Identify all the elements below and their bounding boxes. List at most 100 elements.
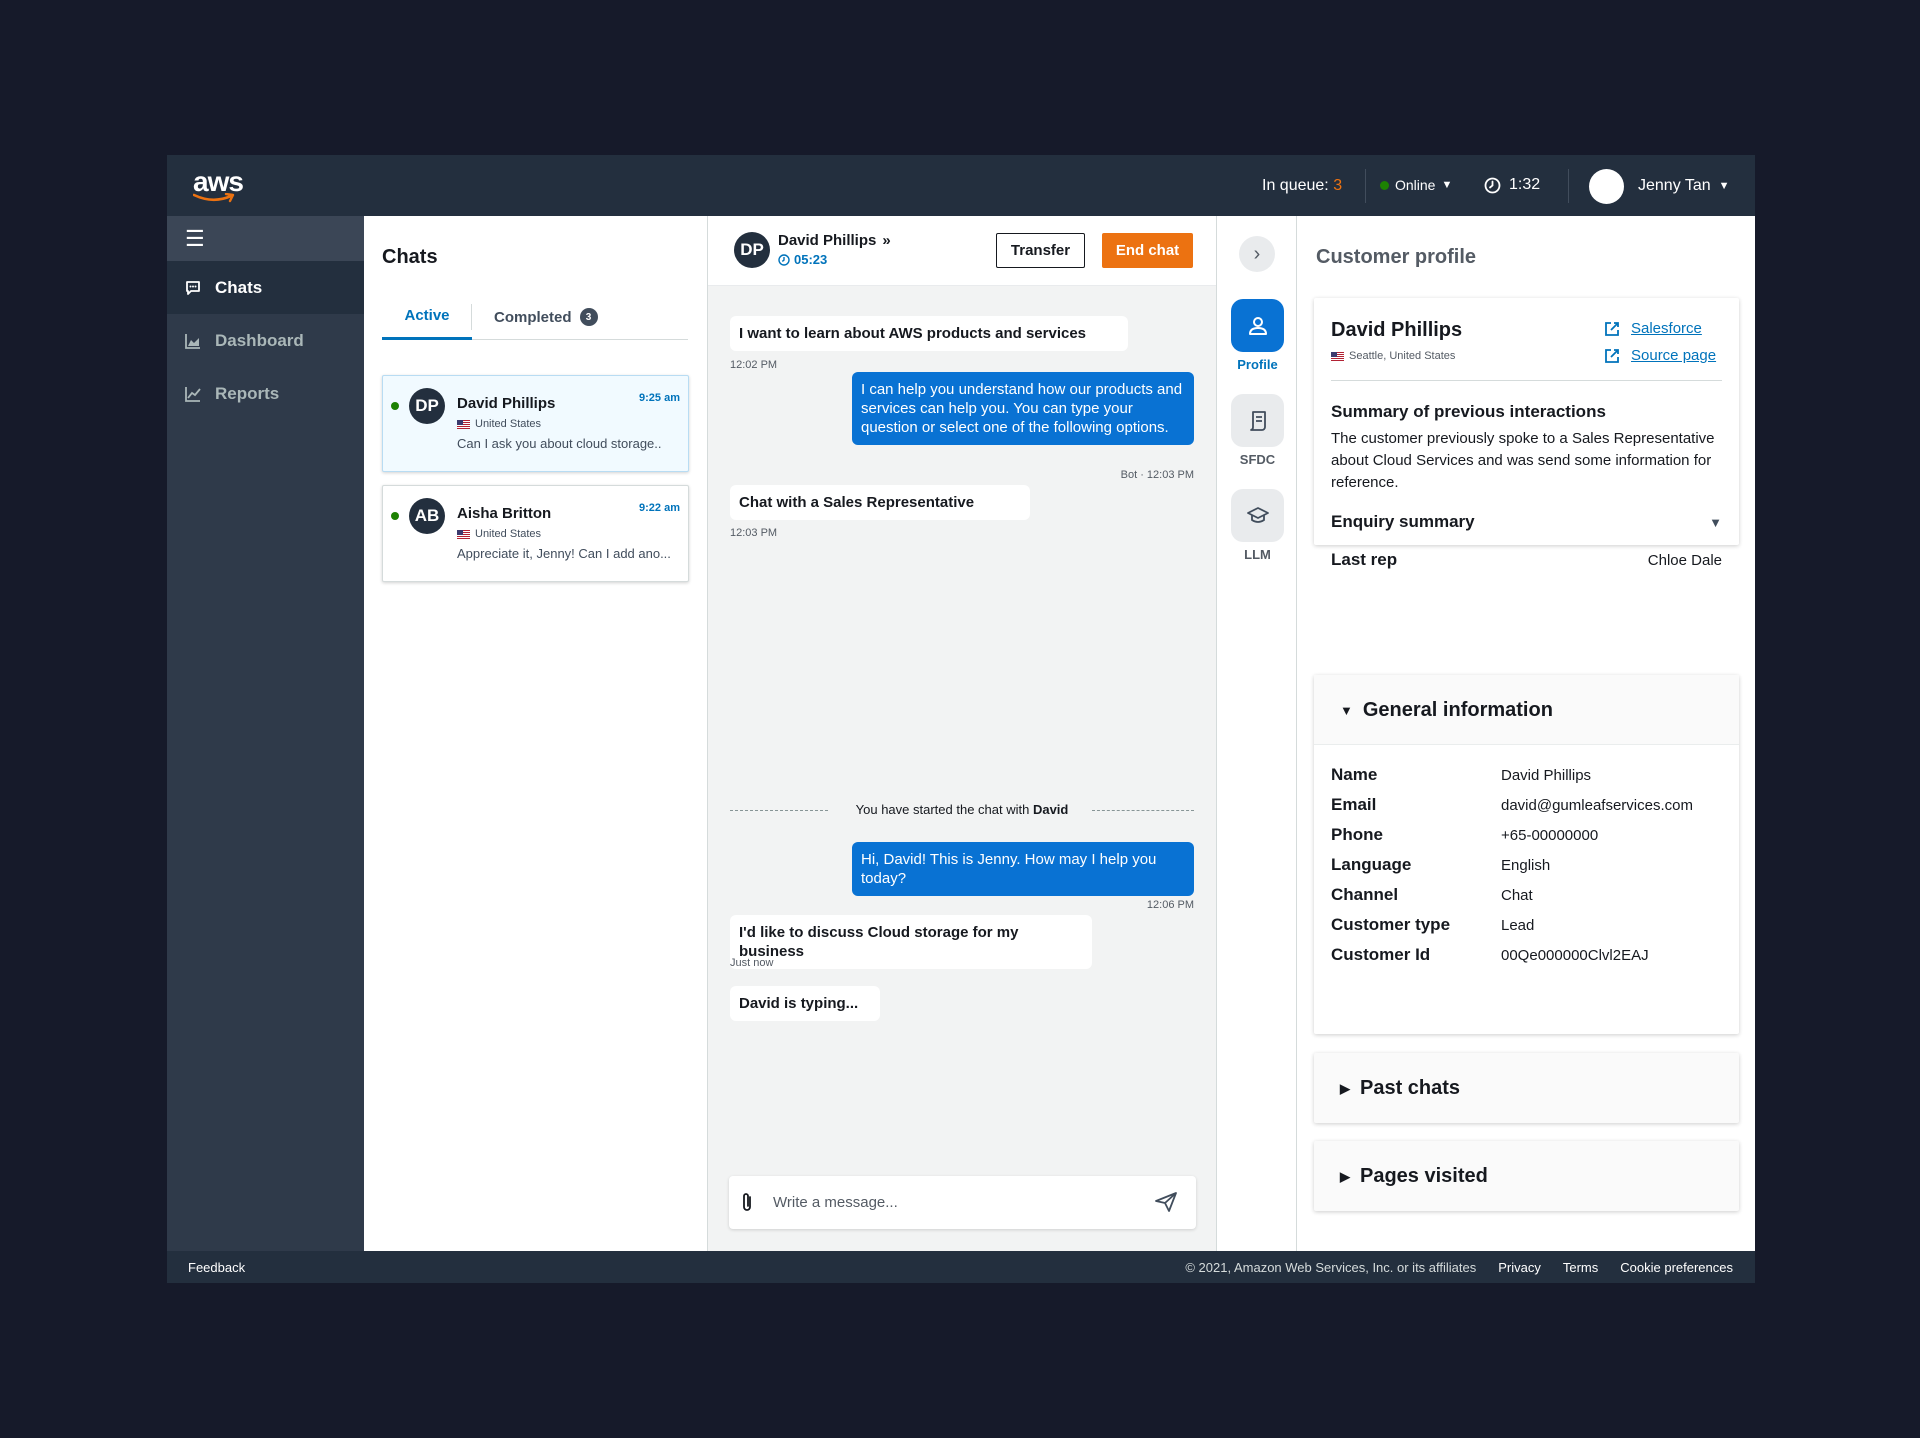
past-chats-section[interactable]: ▶ Past chats — [1314, 1053, 1739, 1123]
end-chat-button[interactable]: End chat — [1102, 233, 1193, 268]
country-label: United States — [475, 528, 542, 540]
divider — [1365, 169, 1366, 203]
chat-list-panel: Chats Active Completed 3 DP David Philli… — [364, 216, 708, 1251]
user-menu[interactable]: Jenny Tan ▼ — [1638, 177, 1730, 195]
chat-time: 9:22 am — [639, 502, 680, 514]
online-dot-icon — [391, 512, 399, 520]
us-flag-icon — [457, 419, 470, 429]
message-input[interactable] — [773, 1190, 1133, 1215]
nav-item-dashboard[interactable]: Dashboard — [167, 314, 364, 367]
nav-item-reports[interactable]: Reports — [167, 367, 364, 420]
person-icon — [1248, 316, 1267, 335]
salesforce-link[interactable]: Salesforce — [1604, 320, 1702, 337]
transfer-button[interactable]: Transfer — [996, 233, 1085, 268]
chat-duration: 05:23 — [778, 252, 827, 267]
double-chevron-right-icon: » — [882, 232, 891, 249]
queue-count: 3 — [1333, 177, 1343, 194]
info-value: Chat — [1501, 887, 1533, 904]
us-flag-icon — [457, 529, 470, 539]
privacy-link[interactable]: Privacy — [1498, 1260, 1541, 1275]
country-label: United States — [475, 418, 542, 430]
terms-link[interactable]: Terms — [1563, 1260, 1598, 1275]
tool-sfdc-button[interactable] — [1231, 394, 1284, 447]
conversation-contact[interactable]: David Phillips » — [778, 232, 891, 249]
logo-text: aws — [193, 166, 244, 197]
external-link-icon — [1605, 348, 1619, 363]
section-label: Pages visited — [1360, 1165, 1488, 1187]
caret-right-icon: ▶ — [1340, 1080, 1350, 1096]
location-label: Seattle, United States — [1349, 350, 1456, 362]
contact-name: David Phillips — [457, 395, 556, 412]
session-timer: 1:32 — [1484, 176, 1540, 194]
footer: Feedback © 2021, Amazon Web Services, In… — [167, 1251, 1755, 1283]
nav-label: Chats — [215, 277, 263, 297]
caret-down-icon[interactable]: ▼ — [1709, 515, 1722, 530]
area-chart-icon — [185, 333, 201, 349]
tab-active[interactable]: Active — [382, 294, 472, 340]
tool-label: Profile — [1237, 357, 1278, 372]
link-label: Source page — [1631, 347, 1717, 364]
graduation-cap-icon — [1246, 506, 1269, 523]
chevron-right-icon[interactable]: › — [1239, 236, 1275, 272]
user-name: Jenny Tan — [1638, 177, 1711, 194]
online-dot-icon — [1380, 180, 1389, 190]
caret-down-icon: ▼ — [1718, 180, 1730, 192]
source-page-link[interactable]: Source page — [1604, 347, 1716, 364]
tab-label: Active — [404, 307, 450, 324]
enquiry-summary-toggle[interactable]: Enquiry summary — [1331, 512, 1475, 532]
info-label: Email — [1331, 795, 1377, 814]
customer-location: Seattle, United States — [1331, 350, 1455, 362]
section-label: Past chats — [1360, 1077, 1461, 1099]
feedback-link[interactable]: Feedback — [188, 1260, 245, 1275]
paperclip-icon[interactable] — [739, 1191, 755, 1218]
customer-name: David Phillips — [1331, 319, 1463, 341]
chat-icon — [185, 280, 201, 296]
aws-logo[interactable]: aws — [193, 166, 244, 203]
info-value: David Phillips — [1501, 767, 1592, 784]
divider — [1568, 169, 1569, 203]
tab-completed[interactable]: Completed 3 — [494, 294, 598, 340]
completed-count-badge: 3 — [579, 308, 598, 326]
section-label: General information — [1362, 699, 1553, 721]
info-label: Customer Id — [1331, 945, 1431, 964]
message-time: 12:06 PM — [1146, 899, 1194, 911]
chat-tabs: Active Completed 3 — [382, 294, 688, 340]
typing-indicator: David is typing... — [730, 986, 880, 1021]
profile-title: Customer profile — [1316, 246, 1477, 268]
user-avatar[interactable] — [1589, 169, 1624, 204]
info-label: Customer type — [1331, 915, 1451, 934]
nav-item-chats[interactable]: Chats — [167, 261, 364, 314]
tab-label: Completed — [494, 308, 572, 326]
tool-profile-button[interactable] — [1231, 299, 1284, 352]
message-outgoing: I can help you understand how our produc… — [852, 372, 1194, 445]
avatar: AB — [409, 498, 445, 534]
info-label: Phone — [1331, 825, 1383, 844]
message-preview: Appreciate it, Jenny! Can I add ano... — [457, 546, 671, 561]
dashed-line — [1092, 810, 1194, 811]
tool-llm-button[interactable] — [1231, 489, 1284, 542]
chat-card[interactable]: DP David Phillips 9:25 am United States … — [382, 375, 689, 472]
section-title: ▶ Past chats — [1340, 1077, 1460, 1100]
caret-down-icon: ▼ — [1441, 179, 1453, 191]
us-flag-icon — [1331, 351, 1344, 361]
section-header[interactable]: ▼ General information — [1314, 675, 1739, 745]
chat-time: 9:25 am — [639, 392, 680, 404]
send-icon[interactable] — [1154, 1191, 1178, 1218]
link-label: Salesforce — [1631, 320, 1702, 337]
contact-name: David Phillips — [778, 232, 877, 249]
message-preview: Can I ask you about cloud storage.. — [457, 436, 662, 451]
menu-toggle[interactable]: ☰ — [167, 216, 364, 261]
caret-down-icon: ▼ — [1340, 703, 1353, 718]
info-value: david@gumleafservices.com — [1501, 797, 1693, 814]
chat-card[interactable]: AB Aisha Britton 9:22 am United States A… — [382, 485, 689, 582]
status-dropdown[interactable]: Online ▼ — [1380, 177, 1452, 193]
clock-icon — [778, 253, 790, 266]
section-title: ▶ Pages visited — [1340, 1165, 1488, 1188]
pages-visited-section[interactable]: ▶ Pages visited — [1314, 1141, 1739, 1211]
conversation-header: DP David Phillips » 05:23 Transfer End c… — [708, 216, 1216, 286]
summary-heading: Summary of previous interactions — [1331, 402, 1606, 421]
footer-links: © 2021, Amazon Web Services, Inc. or its… — [1185, 1260, 1733, 1275]
cookie-preferences-link[interactable]: Cookie preferences — [1620, 1260, 1733, 1275]
avatar: DP — [409, 388, 445, 424]
timer-value: 1:32 — [1509, 176, 1541, 193]
